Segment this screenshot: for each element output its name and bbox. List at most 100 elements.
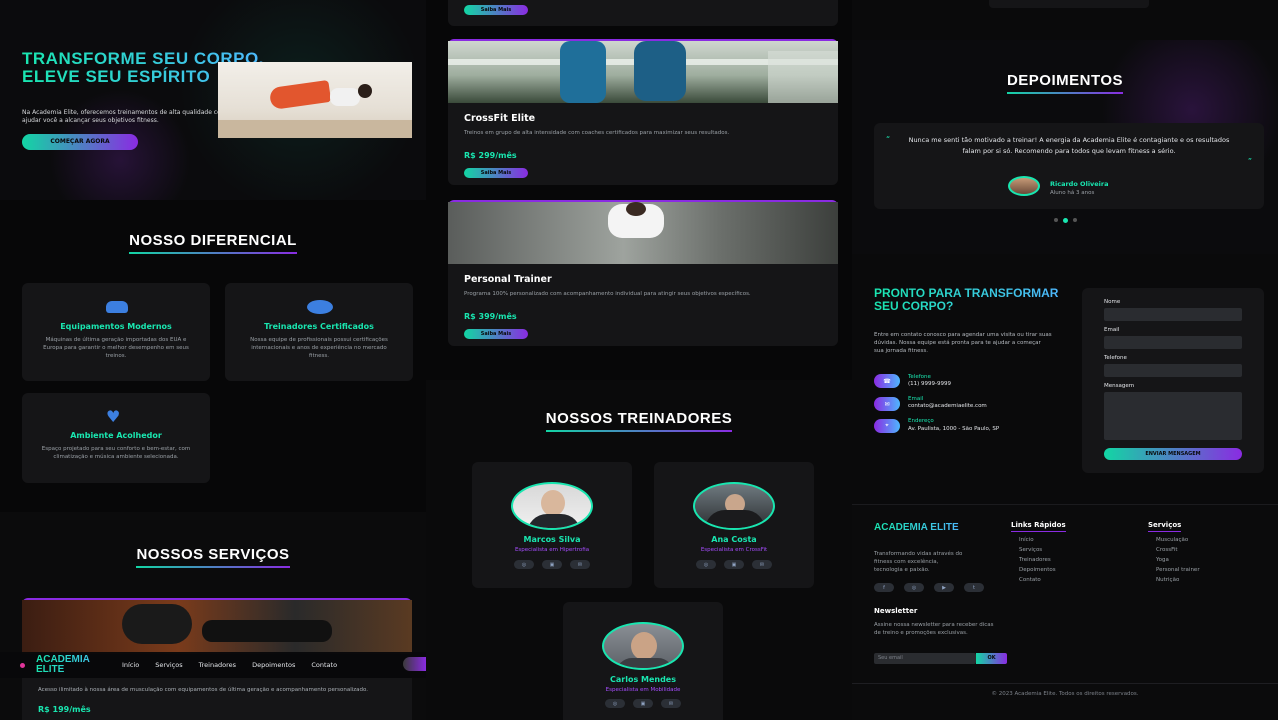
- footer-service-link[interactable]: Personal trainer: [1156, 565, 1200, 575]
- twitter-icon[interactable]: t: [964, 583, 984, 592]
- contato-title: PRONTO PARA TRANSFORMAR SEU CORPO?: [874, 287, 1064, 313]
- facebook-icon[interactable]: f: [874, 583, 894, 592]
- footer-service-link[interactable]: Yoga: [1156, 555, 1200, 565]
- form-label-phone: Telefone: [1104, 355, 1127, 361]
- footer-divider: [852, 683, 1278, 684]
- feature-text: Máquinas de última geração importadas do…: [43, 337, 189, 359]
- feature-card: ♥ Ambiente Acolhedor Espaço projetado pa…: [22, 393, 210, 483]
- footer-link[interactable]: Serviços: [1019, 545, 1056, 555]
- footer-service-link[interactable]: CrossFit: [1156, 545, 1200, 555]
- trainer-role: Especialista em Hipertrofia: [514, 547, 590, 553]
- service-image: [22, 600, 412, 654]
- testimonial-author: Ricardo Oliveira: [1050, 180, 1109, 188]
- chat-icon: [307, 300, 333, 314]
- instagram-icon[interactable]: ◎: [605, 699, 625, 708]
- nav-link-contato[interactable]: Contato: [311, 661, 337, 669]
- instagram-icon[interactable]: ◎: [904, 583, 924, 592]
- name-input[interactable]: [1104, 308, 1242, 321]
- carousel-dots: [852, 218, 1278, 223]
- page-column-bottom: DEPOIMENTOS “ Nunca me senti tão motivad…: [852, 0, 1278, 720]
- nav-link-depoimentos[interactable]: Depoimentos: [252, 661, 295, 669]
- footer-link[interactable]: Treinadores: [1019, 555, 1056, 565]
- service-image: [448, 202, 838, 264]
- trainer-avatar: [693, 482, 775, 530]
- email-icon[interactable]: ✉: [661, 699, 681, 708]
- hero-cta-button[interactable]: COMEÇAR AGORA: [22, 134, 138, 150]
- feature-card: Equipamentos Modernos Máquinas de última…: [22, 283, 210, 381]
- footer-copyright: © 2023 Academia Elite. Todos os direitos…: [991, 691, 1139, 697]
- form-label-name: Nome: [1104, 299, 1121, 305]
- instagram-icon[interactable]: ◎: [696, 560, 716, 569]
- testimonial-card: “ Nunca me senti tão motivado a treinar!…: [874, 123, 1264, 209]
- footer-link[interactable]: Depoimentos: [1019, 565, 1056, 575]
- newsletter-text: Assine nossa newsletter para receber dic…: [874, 622, 994, 636]
- phone-icon: ☎: [874, 374, 900, 388]
- carousel-dot[interactable]: [1072, 218, 1077, 222]
- nav-link-inicio[interactable]: Início: [122, 661, 139, 669]
- footer-service-link[interactable]: Nutrição: [1156, 575, 1200, 585]
- brand-dot: [20, 663, 25, 668]
- testimonial-quote: Nunca me senti tão motivado a treinar! A…: [908, 136, 1230, 155]
- email-icon[interactable]: ✉: [752, 560, 772, 569]
- footer-brand: ACADEMIA ELITE: [874, 522, 964, 533]
- footer-link[interactable]: Início: [1019, 535, 1056, 545]
- previous-section-card: [989, 0, 1149, 8]
- linkedin-icon[interactable]: ▣: [542, 560, 562, 569]
- feature-text: Espaço projetado para seu conforto e bem…: [41, 446, 191, 460]
- contact-value: (11) 9999-9999: [908, 381, 952, 387]
- nav-link-treinadores[interactable]: Treinadores: [199, 661, 236, 669]
- page-column-middle: Saiba Mais CrossFit Elite Treinos em gru…: [426, 0, 852, 720]
- service-image: [448, 41, 838, 103]
- trainer-socials: ◎ ▣ ✉: [472, 560, 632, 569]
- footer-service-link[interactable]: Musculação: [1156, 535, 1200, 545]
- newsletter-submit-button[interactable]: OK: [976, 653, 1007, 664]
- service-text: Acesso ilimitado à nossa área de muscula…: [38, 687, 369, 693]
- contact-label: Endereço: [908, 418, 934, 424]
- depoimentos-section: DEPOIMENTOS “ Nunca me senti tão motivad…: [852, 40, 1278, 254]
- nav-brand[interactable]: ACADEMIA ELITE: [36, 655, 116, 675]
- message-textarea[interactable]: [1104, 392, 1242, 440]
- quote-close-icon: ”: [1247, 157, 1252, 166]
- newsletter-input[interactable]: Seu email: [874, 653, 976, 664]
- feature-title: Ambiente Acolhedor: [70, 431, 162, 440]
- diferencial-section: NOSSO DIFERENCIAL Equipamentos Modernos …: [0, 200, 426, 512]
- nav-links: Início Serviços Treinadores Depoimentos …: [122, 661, 337, 669]
- phone-input[interactable]: [1104, 364, 1242, 377]
- submit-button[interactable]: ENVIAR MENSAGEM: [1104, 448, 1242, 460]
- testimonial-author-meta: Aluno há 3 anos: [1050, 190, 1095, 196]
- servicos-title: NOSSOS SERVIÇOS: [0, 546, 426, 568]
- newsletter-title: Newsletter: [874, 607, 918, 615]
- footer-link[interactable]: Contato: [1019, 575, 1056, 585]
- footer-links-title: Links Rápidos: [1011, 521, 1066, 532]
- contact-form: Nome Email Telefone Mensagem ENVIAR MENS…: [1082, 288, 1264, 473]
- form-label-message: Mensagem: [1104, 383, 1135, 389]
- service-card: Personal Trainer Programa 100% personali…: [448, 200, 838, 346]
- contato-section: PRONTO PARA TRANSFORMAR SEU CORPO? Entre…: [852, 254, 1278, 504]
- trainer-name: Marcos Silva: [523, 535, 581, 544]
- trainer-card: Marcos Silva Especialista em Hipertrofia…: [472, 462, 632, 588]
- form-label-email: Email: [1104, 327, 1120, 333]
- instagram-icon[interactable]: ◎: [514, 560, 534, 569]
- nav-cta-button[interactable]: [403, 657, 426, 671]
- email-icon[interactable]: ✉: [570, 560, 590, 569]
- saiba-mais-button[interactable]: Saiba Mais: [464, 168, 528, 178]
- trainer-socials: ◎ ▣ ✉: [563, 699, 723, 708]
- service-name: Personal Trainer: [464, 274, 552, 285]
- linkedin-icon[interactable]: ▣: [633, 699, 653, 708]
- carousel-dot-active[interactable]: [1062, 218, 1068, 223]
- dumbbell-icon: [106, 301, 128, 313]
- footer: ACADEMIA ELITE Transformando vidas atrav…: [852, 504, 1278, 720]
- linkedin-icon[interactable]: ▣: [724, 560, 744, 569]
- service-price: R$ 199/mês: [38, 705, 91, 714]
- servicos-section: NOSSOS SERVIÇOS Acesso ilimitado à nossa…: [0, 512, 426, 720]
- email-input[interactable]: [1104, 336, 1242, 349]
- youtube-icon[interactable]: ▶: [934, 583, 954, 592]
- trainer-avatar: [511, 482, 593, 530]
- footer-links: Início Serviços Treinadores Depoimentos …: [1019, 535, 1056, 585]
- nav-link-servicos[interactable]: Serviços: [155, 661, 182, 669]
- service-text: Programa 100% personalizado com acompanh…: [464, 291, 751, 297]
- saiba-mais-button[interactable]: Saiba Mais: [464, 5, 528, 15]
- diferencial-title: NOSSO DIFERENCIAL: [0, 232, 426, 254]
- carousel-dot[interactable]: [1053, 218, 1058, 222]
- saiba-mais-button[interactable]: Saiba Mais: [464, 329, 528, 339]
